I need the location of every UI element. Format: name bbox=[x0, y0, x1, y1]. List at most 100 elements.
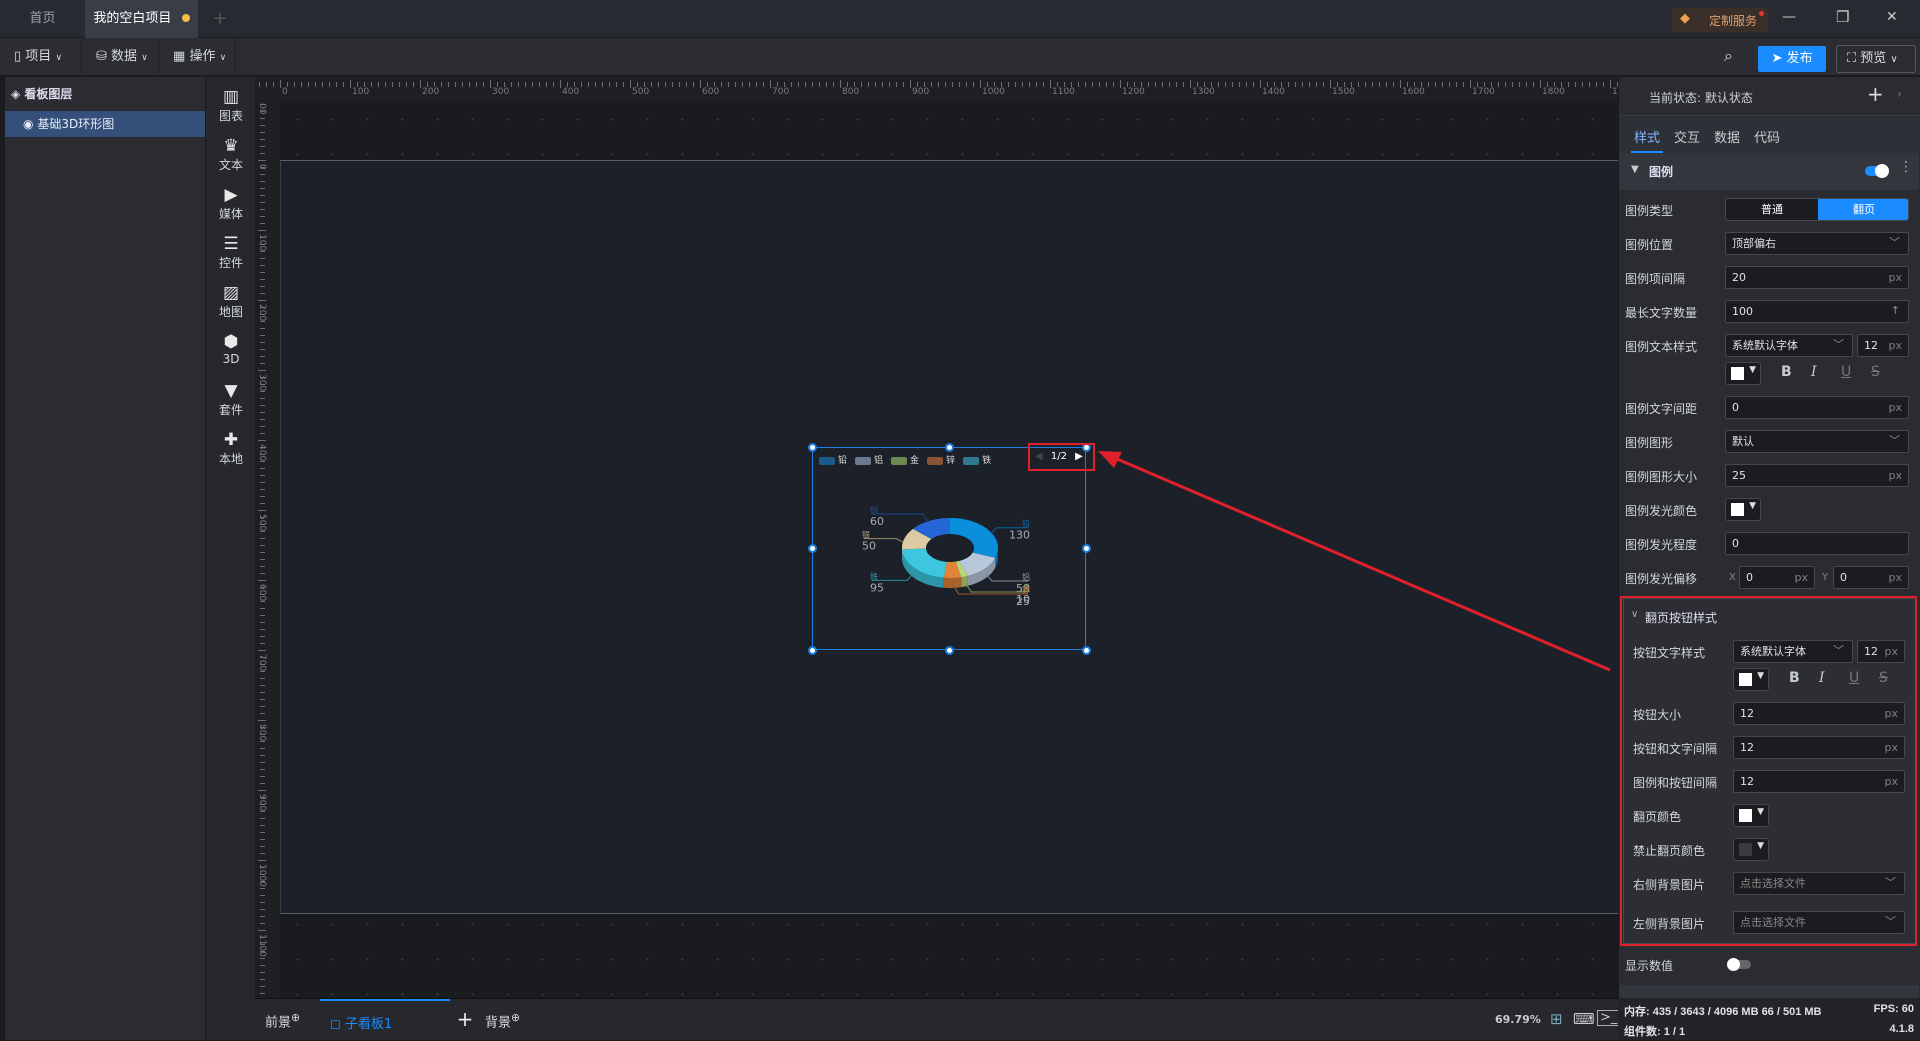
component-camera[interactable]: ▶ 媒体 bbox=[206, 185, 256, 222]
legend-glow-level-input[interactable]: 0 bbox=[1725, 532, 1909, 555]
legend-item[interactable]: 铝 bbox=[855, 453, 883, 466]
legend-gap-input[interactable]: 20 px bbox=[1725, 266, 1909, 289]
resize-handle[interactable] bbox=[944, 442, 954, 452]
legend-shape-size-input[interactable]: 25 px bbox=[1725, 464, 1909, 487]
legend-shape-select[interactable]: 默认 ﹀ bbox=[1725, 430, 1909, 453]
resize-handle[interactable] bbox=[1081, 543, 1091, 553]
legend-toggle[interactable] bbox=[1865, 164, 1889, 178]
pager-font-size-input[interactable]: 12 px bbox=[1857, 640, 1905, 663]
tab-样式[interactable]: 样式 bbox=[1631, 127, 1663, 153]
close-button[interactable]: ✕ bbox=[1886, 9, 1898, 25]
tab-交互[interactable]: 交互 bbox=[1671, 127, 1703, 146]
legend-glow-color-picker[interactable]: ▼ bbox=[1725, 498, 1761, 521]
italic-button[interactable]: I bbox=[1811, 364, 1817, 380]
legend-type-option[interactable]: 翻页 bbox=[1818, 199, 1908, 220]
chart-widget[interactable]: 铅 130 铝 58 金 10 锌 25 铁 95 银 50 铜 60 铅铝金锌铁 ◀ 1/2 ▶ bbox=[812, 447, 1086, 650]
strikethrough-button[interactable]: S bbox=[1879, 670, 1888, 686]
legend-item[interactable]: 铁 bbox=[963, 453, 991, 466]
component-shirt[interactable]: ▼ 套件 bbox=[206, 381, 256, 418]
horizontal-ruler[interactable]: 0 100 200 300 400 500 600 700 800 900 1000 1100 1200… bbox=[255, 77, 1618, 102]
add-board-button[interactable]: + bbox=[450, 1007, 480, 1031]
preview-button[interactable]: ⛶ 预览 ∨ bbox=[1836, 45, 1916, 73]
legend-shape-select-value: 默认 bbox=[1732, 435, 1754, 448]
legend-item[interactable]: 锌 bbox=[927, 453, 955, 466]
minimize-button[interactable]: — bbox=[1782, 9, 1796, 25]
vertical-ruler[interactable]: -100 0 100 200 300 400 500 600 700 800 900 1000 1100… bbox=[255, 102, 280, 998]
add-circle-icon[interactable]: ⊕ bbox=[291, 1011, 300, 1024]
more-icon[interactable]: ⋮ bbox=[1899, 159, 1913, 175]
component-crown[interactable]: ♛ 文本 bbox=[206, 136, 256, 173]
legend-position-select[interactable]: 顶部偏右 ﹀ bbox=[1725, 232, 1909, 255]
project-menu[interactable]: ▯ 项目 ∨ bbox=[0, 38, 82, 76]
chevron-right-icon[interactable]: › bbox=[1897, 87, 1902, 101]
tab-home[interactable]: 首页 bbox=[0, 0, 85, 38]
operate-menu[interactable]: ▦ 操作 ∨ bbox=[159, 38, 236, 76]
ruler-tick bbox=[966, 82, 967, 87]
ruler-tick bbox=[1008, 82, 1009, 87]
component-map[interactable]: ▨ 地图 bbox=[206, 283, 256, 320]
pager-font-select[interactable]: 系统默认字体 ﹀ bbox=[1733, 640, 1853, 663]
glow-offset-x-input[interactable]: 0 px bbox=[1739, 566, 1815, 589]
publish-button[interactable]: ➤ 发布 bbox=[1758, 46, 1826, 72]
left-image-select[interactable]: 点击选择文件 ﹀ bbox=[1733, 911, 1905, 934]
resize-handle[interactable] bbox=[807, 442, 817, 452]
legend-section-header[interactable]: ▼ 图例 ⋮ bbox=[1619, 153, 1919, 190]
tab-代码[interactable]: 代码 bbox=[1751, 127, 1783, 146]
component-list[interactable]: ☰ 控件 bbox=[206, 234, 256, 271]
custom-service-button[interactable]: ◆ 定制服务 bbox=[1672, 8, 1768, 32]
show-value-toggle[interactable] bbox=[1727, 958, 1751, 971]
glow-offset-y-input[interactable]: 0 px bbox=[1833, 566, 1909, 589]
file-icon: ▯ bbox=[14, 49, 22, 64]
tab-数据[interactable]: 数据 bbox=[1711, 127, 1743, 146]
zoom-level[interactable]: 69.79% bbox=[1495, 1013, 1541, 1026]
disabled-color-picker[interactable]: ▼ bbox=[1733, 838, 1769, 861]
legend-font-size-input[interactable]: 12 px bbox=[1857, 334, 1909, 357]
legend-type-option[interactable]: 普通 bbox=[1726, 199, 1818, 220]
button-size-input-unit: px bbox=[1884, 707, 1899, 720]
component-puzzle[interactable]: ✚ 本地 bbox=[206, 430, 256, 467]
pager-text-color-picker[interactable]: ▼ bbox=[1733, 668, 1769, 691]
underline-button[interactable]: U bbox=[1841, 364, 1851, 380]
layer-item[interactable]: ◉ 基础3D环形图 bbox=[5, 111, 205, 137]
legend-text-spacing-input[interactable]: 0 px bbox=[1725, 396, 1909, 419]
italic-button[interactable]: I bbox=[1819, 670, 1825, 686]
button-size-input[interactable]: 12 px bbox=[1733, 702, 1905, 725]
page-color-picker[interactable]: ▼ bbox=[1733, 804, 1769, 827]
underline-button[interactable]: U bbox=[1849, 670, 1859, 686]
add-circle-icon[interactable]: ⊕ bbox=[511, 1011, 520, 1024]
new-tab-button[interactable]: + bbox=[205, 0, 235, 38]
strikethrough-button[interactable]: S bbox=[1871, 364, 1880, 380]
tab-project[interactable]: 我的空白项目 bbox=[85, 0, 198, 38]
button-text-gap-input[interactable]: 12 px bbox=[1733, 736, 1905, 759]
add-state-button[interactable]: + bbox=[1867, 82, 1884, 106]
data-menu[interactable]: ⛁ 数据 ∨ bbox=[82, 38, 159, 76]
tab-sub-board[interactable]: ◻ 子看板1 bbox=[320, 999, 450, 1041]
resize-handle[interactable] bbox=[807, 645, 817, 655]
legend-button-gap-input[interactable]: 12 px bbox=[1733, 770, 1905, 793]
max-chars-input[interactable]: 100 ↑ bbox=[1725, 300, 1909, 323]
search-icon[interactable]: ⌕ bbox=[1724, 46, 1733, 66]
keyboard-icon[interactable]: ⌨ bbox=[1573, 1010, 1595, 1028]
legend-text-color-picker[interactable]: ▼ bbox=[1725, 362, 1761, 385]
legend-item[interactable]: 铅 bbox=[819, 453, 847, 466]
resize-handle[interactable] bbox=[1081, 645, 1091, 655]
component-cube[interactable]: ⬢ 3D bbox=[206, 332, 256, 366]
resize-handle[interactable] bbox=[807, 543, 817, 553]
legend-font-select[interactable]: 系统默认字体 ﹀ bbox=[1725, 334, 1853, 357]
slice[interactable] bbox=[950, 518, 998, 558]
right-image-select[interactable]: 点击选择文件 ﹀ bbox=[1733, 872, 1905, 895]
fit-screen-icon[interactable]: ⊞ bbox=[1550, 1010, 1563, 1028]
legend-item[interactable]: 金 bbox=[891, 453, 919, 466]
background-tab[interactable]: 背景⊕ bbox=[485, 1011, 520, 1030]
eye-icon[interactable]: ◉ bbox=[23, 117, 33, 131]
resize-handle[interactable] bbox=[944, 645, 954, 655]
bold-button[interactable]: B bbox=[1789, 670, 1800, 686]
chevron-down-icon[interactable]: ∨ bbox=[1631, 609, 1638, 620]
restore-button[interactable]: ❐ bbox=[1836, 8, 1849, 26]
foreground-tab[interactable]: 前景⊕ bbox=[265, 1011, 300, 1030]
bold-button[interactable]: B bbox=[1781, 364, 1792, 380]
next-section-header[interactable] bbox=[1619, 985, 1919, 998]
component-bar-chart[interactable]: ▥ 图表 bbox=[206, 87, 256, 124]
ruler-tick bbox=[260, 258, 265, 259]
terminal-icon[interactable]: >_ bbox=[1597, 1010, 1621, 1026]
